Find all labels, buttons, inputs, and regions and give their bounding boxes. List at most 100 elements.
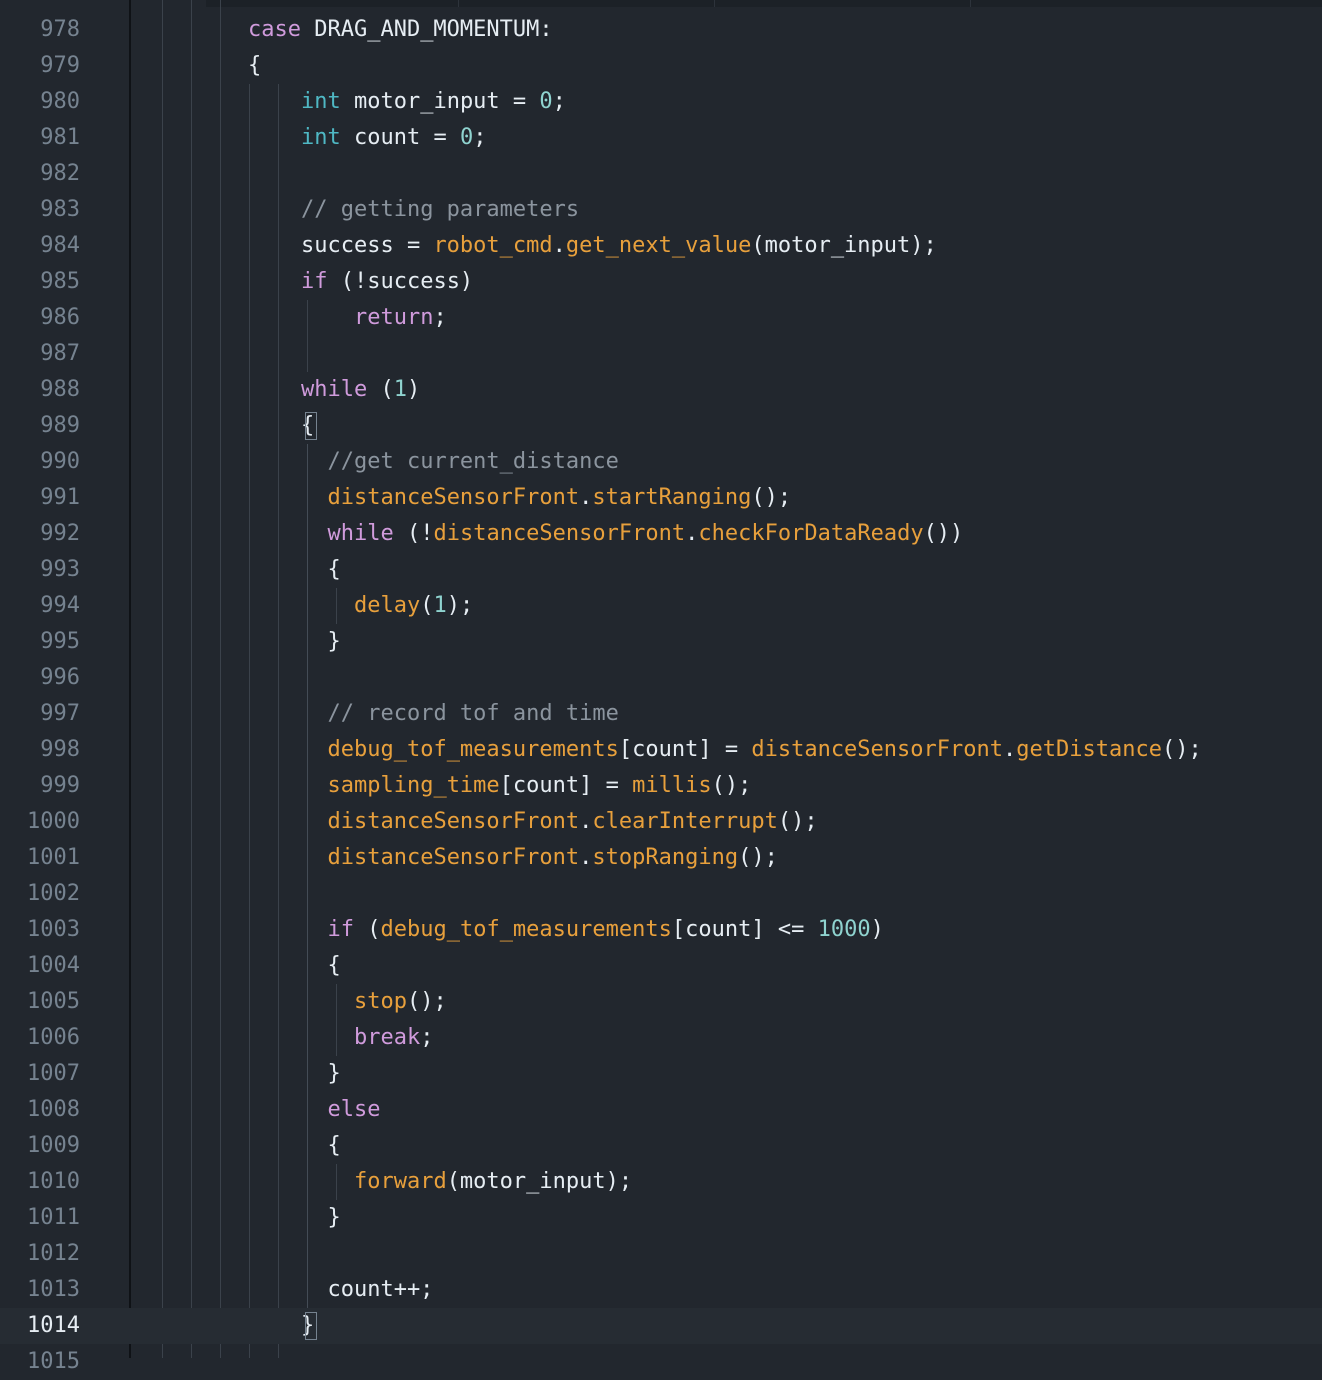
code-line[interactable]: 982 bbox=[0, 156, 1322, 192]
code-line[interactable]: 990 //get current_distance bbox=[0, 444, 1322, 480]
code-text[interactable]: // getting parameters bbox=[248, 192, 579, 228]
code-line[interactable]: 991 distanceSensorFront.startRanging(); bbox=[0, 480, 1322, 516]
code-text[interactable]: { bbox=[248, 552, 341, 588]
code-line[interactable]: 1005 stop(); bbox=[0, 984, 1322, 1020]
code-text[interactable]: { bbox=[248, 48, 261, 84]
code-line[interactable]: 994 delay(1); bbox=[0, 588, 1322, 624]
code-line[interactable]: 987 bbox=[0, 336, 1322, 372]
code-text[interactable]: //get current_distance bbox=[248, 444, 618, 480]
code-text[interactable]: while (1) bbox=[248, 372, 420, 408]
code-token: ( bbox=[353, 917, 381, 942]
code-line[interactable]: 1010 forward(motor_input); bbox=[0, 1164, 1322, 1200]
code-line[interactable]: 1008 else bbox=[0, 1092, 1322, 1128]
line-number: 1011 bbox=[27, 1205, 80, 1230]
code-text[interactable]: debug_tof_measurements[count] = distance… bbox=[248, 732, 1201, 768]
code-token: return bbox=[353, 305, 434, 330]
code-text[interactable]: } bbox=[248, 624, 340, 660]
code-text[interactable]: // record tof and time bbox=[248, 696, 619, 732]
code-line[interactable]: 979 { bbox=[0, 48, 1322, 84]
code-text[interactable]: case DRAG_AND_MOMENTUM: bbox=[248, 12, 553, 48]
code-line[interactable]: 1011 } bbox=[0, 1200, 1322, 1236]
code-token: while bbox=[300, 377, 368, 402]
code-token: 0 bbox=[459, 125, 474, 150]
code-text[interactable]: stop(); bbox=[248, 984, 447, 1020]
code-token: { bbox=[248, 557, 341, 582]
code-text[interactable]: distanceSensorFront.startRanging(); bbox=[248, 480, 791, 516]
code-line[interactable]: 996 bbox=[0, 660, 1322, 696]
code-line[interactable]: 1001 distanceSensorFront.stopRanging(); bbox=[0, 840, 1322, 876]
code-line[interactable]: 988 while (1) bbox=[0, 372, 1322, 408]
code-line[interactable]: 981 int count = 0; bbox=[0, 120, 1322, 156]
code-line[interactable]: 1009 { bbox=[0, 1128, 1322, 1164]
code-text[interactable]: forward(motor_input); bbox=[248, 1164, 632, 1200]
code-line[interactable]: 978 case DRAG_AND_MOMENTUM: bbox=[0, 12, 1322, 48]
code-token: } bbox=[248, 1205, 341, 1230]
code-line[interactable]: 995 } bbox=[0, 624, 1322, 660]
code-line[interactable]: 1007 } bbox=[0, 1056, 1322, 1092]
code-text[interactable]: } bbox=[248, 1200, 341, 1236]
code-line[interactable]: 1014 } bbox=[0, 1308, 1322, 1344]
code-line[interactable]: 986 return; bbox=[0, 300, 1322, 336]
code-token: . bbox=[1003, 737, 1017, 762]
code-text[interactable]: distanceSensorFront.stopRanging(); bbox=[248, 840, 777, 876]
code-text[interactable]: count++; bbox=[248, 1272, 433, 1308]
line-number: 1005 bbox=[27, 989, 80, 1014]
code-line[interactable]: 992 while (!distanceSensorFront.checkFor… bbox=[0, 516, 1322, 552]
code-line[interactable]: 983 // getting parameters bbox=[0, 192, 1322, 228]
code-text[interactable]: success = robot_cmd.get_next_value(motor… bbox=[248, 228, 937, 264]
code-line[interactable]: 998 debug_tof_measurements[count] = dist… bbox=[0, 732, 1322, 768]
code-token: ; bbox=[433, 305, 447, 330]
line-number: 995 bbox=[40, 629, 80, 654]
code-text[interactable]: while (!distanceSensorFront.checkForData… bbox=[248, 516, 963, 552]
code-text[interactable]: int count = 0; bbox=[248, 120, 486, 156]
code-line[interactable]: 985 if (!success) bbox=[0, 264, 1322, 300]
code-line[interactable]: 997 // record tof and time bbox=[0, 696, 1322, 732]
line-number: 1015 bbox=[27, 1349, 80, 1374]
code-text[interactable]: int motor_input = 0; bbox=[248, 84, 566, 120]
code-token: . bbox=[579, 485, 593, 510]
code-line[interactable]: 989 { bbox=[0, 408, 1322, 444]
code-text[interactable]: else bbox=[248, 1092, 380, 1128]
code-token: motor_input = bbox=[340, 89, 540, 114]
code-text[interactable]: { bbox=[248, 1128, 340, 1164]
code-text[interactable]: { bbox=[248, 948, 340, 984]
code-line[interactable]: 1003 if (debug_tof_measurements[count] <… bbox=[0, 912, 1322, 948]
code-token: debug_tof_measurements bbox=[380, 917, 672, 942]
bracket-match-highlight bbox=[305, 412, 317, 440]
code-token: (); bbox=[777, 809, 818, 834]
code-line[interactable]: 1006 break; bbox=[0, 1020, 1322, 1056]
line-number: 985 bbox=[40, 269, 80, 294]
code-line[interactable]: 1000 distanceSensorFront.clearInterrupt(… bbox=[0, 804, 1322, 840]
code-line[interactable]: 1004 { bbox=[0, 948, 1322, 984]
code-line[interactable]: 1012 bbox=[0, 1236, 1322, 1272]
code-text[interactable]: return; bbox=[248, 300, 447, 336]
line-number: 986 bbox=[40, 305, 80, 330]
code-line[interactable]: 980 int motor_input = 0; bbox=[0, 84, 1322, 120]
code-token: count = bbox=[340, 125, 460, 150]
code-line[interactable]: 1015 bbox=[0, 1344, 1322, 1380]
code-text[interactable]: break; bbox=[248, 1020, 433, 1056]
code-line[interactable]: 999 sampling_time[count] = millis(); bbox=[0, 768, 1322, 804]
code-line[interactable]: 1002 bbox=[0, 876, 1322, 912]
code-text[interactable]: distanceSensorFront.clearInterrupt(); bbox=[248, 804, 818, 840]
code-text[interactable]: if (debug_tof_measurements[count] <= 100… bbox=[248, 912, 883, 948]
line-number: 1009 bbox=[27, 1133, 80, 1158]
code-line[interactable]: 993 { bbox=[0, 552, 1322, 588]
code-text[interactable]: if (!success) bbox=[248, 264, 473, 300]
code-token: // record tof and time bbox=[327, 701, 619, 726]
code-token: millis bbox=[632, 773, 712, 798]
code-line[interactable]: 984 success = robot_cmd.get_next_value(m… bbox=[0, 228, 1322, 264]
code-editor[interactable]: 978 case DRAG_AND_MOMENTUM: 979 {980 int mo… bbox=[0, 0, 1322, 1374]
line-number: 992 bbox=[40, 521, 80, 546]
code-text[interactable]: delay(1); bbox=[248, 588, 473, 624]
code-token: debug_tof_measurements bbox=[327, 737, 619, 762]
code-text[interactable]: sampling_time[count] = millis(); bbox=[248, 768, 751, 804]
code-line[interactable]: 1013 count++; bbox=[0, 1272, 1322, 1308]
code-text[interactable]: } bbox=[248, 1056, 340, 1092]
